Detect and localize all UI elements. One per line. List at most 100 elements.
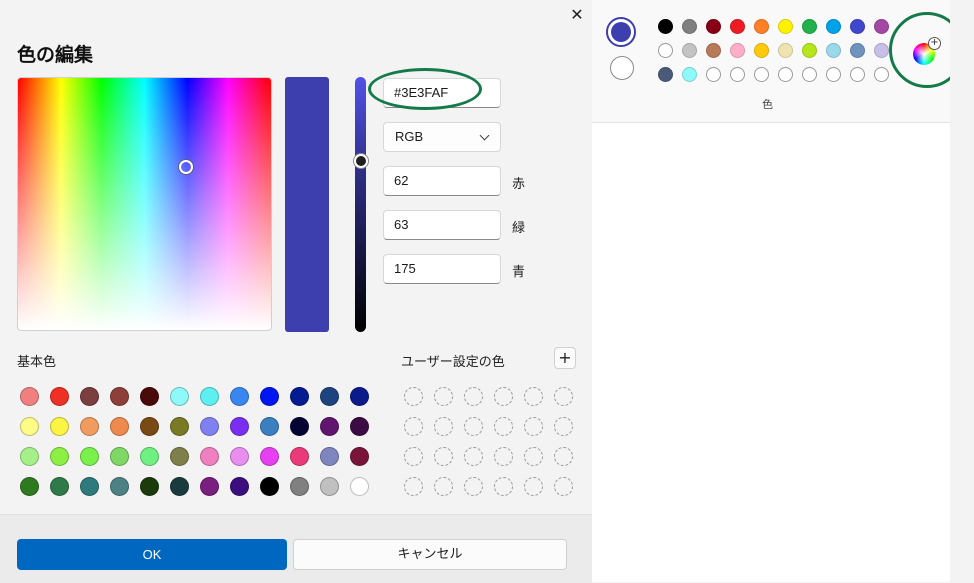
basic-color-swatch[interactable] [140,417,159,436]
basic-color-swatch[interactable] [20,477,39,496]
basic-color-swatch[interactable] [110,477,129,496]
basic-color-swatch[interactable] [290,417,309,436]
basic-color-swatch[interactable] [140,387,159,406]
palette-color-swatch[interactable] [682,43,697,58]
custom-color-slot[interactable] [494,417,513,436]
basic-color-swatch[interactable] [350,417,369,436]
basic-color-swatch[interactable] [80,387,99,406]
basic-color-swatch[interactable] [140,447,159,466]
basic-color-swatch[interactable] [320,447,339,466]
palette-color-swatch[interactable] [802,67,817,82]
color-spectrum[interactable] [17,77,272,331]
basic-color-swatch[interactable] [50,477,69,496]
cancel-button[interactable]: キャンセル [293,539,567,570]
custom-color-slot[interactable] [434,477,453,496]
basic-color-swatch[interactable] [350,477,369,496]
basic-color-swatch[interactable] [200,447,219,466]
custom-color-slot[interactable] [404,387,423,406]
custom-color-slot[interactable] [434,417,453,436]
color-mode-select[interactable]: RGB [383,122,501,152]
palette-color-swatch[interactable] [826,67,841,82]
custom-color-slot[interactable] [494,387,513,406]
basic-color-swatch[interactable] [80,477,99,496]
basic-color-swatch[interactable] [170,447,189,466]
blue-input[interactable]: 175 [383,254,501,284]
palette-color-swatch[interactable] [754,67,769,82]
basic-color-swatch[interactable] [50,417,69,436]
palette-color-swatch[interactable] [754,43,769,58]
secondary-color-indicator[interactable] [610,56,634,80]
basic-color-swatch[interactable] [200,477,219,496]
custom-color-slot[interactable] [524,417,543,436]
custom-color-slot[interactable] [464,447,483,466]
basic-color-swatch[interactable] [260,387,279,406]
basic-color-swatch[interactable] [260,417,279,436]
basic-color-swatch[interactable] [20,387,39,406]
basic-color-swatch[interactable] [20,417,39,436]
basic-color-swatch[interactable] [80,447,99,466]
basic-color-swatch[interactable] [320,387,339,406]
paint-canvas[interactable] [592,123,950,582]
custom-color-slot[interactable] [554,477,573,496]
custom-color-slot[interactable] [404,447,423,466]
custom-color-slot[interactable] [554,417,573,436]
palette-color-swatch[interactable] [874,43,889,58]
custom-color-slot[interactable] [464,477,483,496]
basic-color-swatch[interactable] [230,477,249,496]
palette-color-swatch[interactable] [826,43,841,58]
palette-color-swatch[interactable] [682,67,697,82]
basic-color-swatch[interactable] [320,477,339,496]
basic-color-swatch[interactable] [140,477,159,496]
palette-color-swatch[interactable] [658,67,673,82]
palette-color-swatch[interactable] [874,67,889,82]
palette-color-swatch[interactable] [802,19,817,34]
basic-color-swatch[interactable] [260,477,279,496]
basic-color-swatch[interactable] [110,417,129,436]
basic-color-swatch[interactable] [110,447,129,466]
red-input[interactable]: 62 [383,166,501,196]
basic-color-swatch[interactable] [260,447,279,466]
palette-color-swatch[interactable] [682,19,697,34]
basic-color-swatch[interactable] [290,387,309,406]
palette-color-swatch[interactable] [658,19,673,34]
palette-color-swatch[interactable] [706,19,721,34]
basic-color-swatch[interactable] [20,447,39,466]
basic-color-swatch[interactable] [170,477,189,496]
custom-color-slot[interactable] [524,387,543,406]
basic-color-swatch[interactable] [50,447,69,466]
custom-color-slot[interactable] [464,387,483,406]
green-input[interactable]: 63 [383,210,501,240]
custom-color-slot[interactable] [404,477,423,496]
palette-color-swatch[interactable] [730,43,745,58]
palette-color-swatch[interactable] [754,19,769,34]
custom-color-slot[interactable] [554,447,573,466]
palette-color-swatch[interactable] [730,19,745,34]
basic-color-swatch[interactable] [230,447,249,466]
custom-color-slot[interactable] [434,447,453,466]
basic-color-swatch[interactable] [80,417,99,436]
palette-color-swatch[interactable] [850,19,865,34]
basic-color-swatch[interactable] [350,387,369,406]
palette-color-swatch[interactable] [850,43,865,58]
value-slider[interactable] [355,77,366,332]
custom-color-slot[interactable] [494,477,513,496]
basic-color-swatch[interactable] [230,387,249,406]
custom-color-slot[interactable] [554,387,573,406]
ok-button[interactable]: OK [17,539,287,570]
spectrum-cursor[interactable] [179,160,193,174]
primary-color-indicator[interactable] [606,17,636,47]
palette-color-swatch[interactable] [730,67,745,82]
custom-color-slot[interactable] [434,387,453,406]
basic-color-swatch[interactable] [350,447,369,466]
add-custom-color-button[interactable]: + [554,347,576,369]
custom-color-slot[interactable] [404,417,423,436]
palette-color-swatch[interactable] [778,43,793,58]
basic-color-swatch[interactable] [320,417,339,436]
basic-color-swatch[interactable] [170,417,189,436]
custom-color-slot[interactable] [524,477,543,496]
palette-color-swatch[interactable] [778,19,793,34]
basic-color-swatch[interactable] [200,417,219,436]
palette-color-swatch[interactable] [802,43,817,58]
palette-color-swatch[interactable] [778,67,793,82]
palette-color-swatch[interactable] [850,67,865,82]
